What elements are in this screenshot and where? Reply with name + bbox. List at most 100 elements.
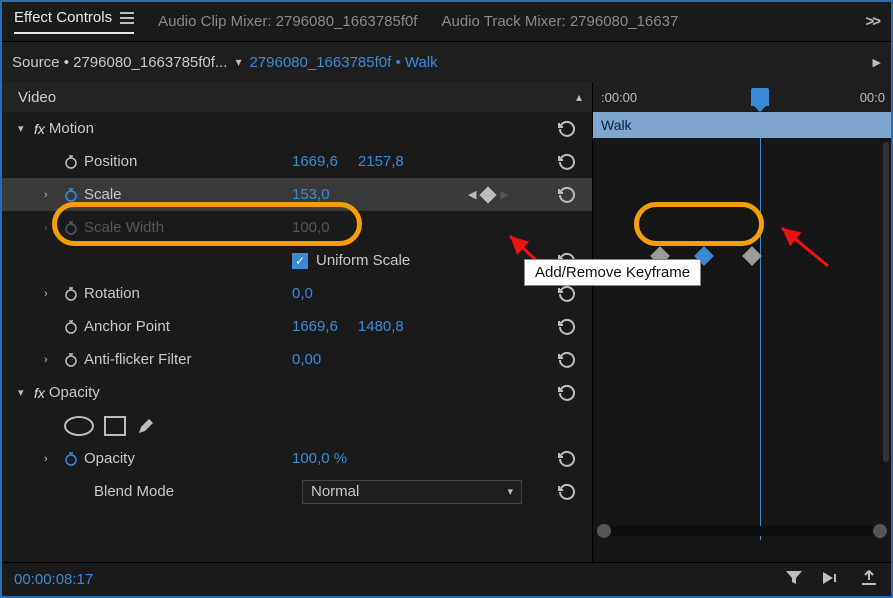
playhead-line xyxy=(760,138,761,540)
prop-position[interactable]: Position 1669,6 2157,8 xyxy=(2,145,592,178)
zoom-handle-right[interactable] xyxy=(873,524,887,538)
playhead-handle[interactable] xyxy=(751,88,769,106)
stopwatch-icon[interactable] xyxy=(64,452,78,466)
zoom-scrollbar[interactable] xyxy=(601,526,883,536)
effect-label: Opacity xyxy=(49,384,100,401)
prop-scale-width: › Scale Width 100,0 xyxy=(2,211,592,244)
reset-icon[interactable] xyxy=(556,384,578,402)
opacity-mask-tools xyxy=(2,409,592,442)
prop-uniform-scale[interactable]: ✓ Uniform Scale xyxy=(2,244,592,277)
prop-anti-flicker[interactable]: › Anti-flicker Filter 0,00 xyxy=(2,343,592,376)
chevron-right-icon[interactable]: › xyxy=(44,453,58,465)
antiflicker-value[interactable]: 0,00 xyxy=(292,351,321,368)
stopwatch-icon xyxy=(64,221,78,235)
prop-label: Rotation xyxy=(84,285,140,302)
stopwatch-icon[interactable] xyxy=(64,155,78,169)
prop-scale[interactable]: › Scale 153,0 ◀ ▶ xyxy=(2,178,592,211)
ruler-start: :00:00 xyxy=(601,90,637,105)
fx-icon[interactable]: fx xyxy=(34,385,45,401)
reset-icon[interactable] xyxy=(556,450,578,468)
effect-motion[interactable]: ▾ fx Motion xyxy=(2,112,592,145)
reset-icon[interactable] xyxy=(556,318,578,336)
tabs-overflow-icon[interactable]: >> xyxy=(865,13,879,30)
timecode-display[interactable]: 00:00:08:17 xyxy=(14,571,93,588)
ruler-end: 00:0 xyxy=(860,90,885,105)
prop-label: Scale Width xyxy=(84,219,164,236)
tab-effect-controls[interactable]: Effect Controls xyxy=(14,9,134,34)
pen-mask-icon[interactable] xyxy=(136,416,156,436)
fx-icon[interactable]: fx xyxy=(34,121,45,137)
source-clip-name[interactable]: Source • 2796080_1663785f0f... xyxy=(12,54,227,71)
stopwatch-icon[interactable] xyxy=(64,320,78,334)
stopwatch-icon[interactable] xyxy=(64,188,78,202)
reset-icon[interactable] xyxy=(556,186,578,204)
uniform-scale-checkbox[interactable]: ✓ xyxy=(292,253,308,269)
anchor-y[interactable]: 1480,8 xyxy=(358,318,404,335)
prop-blend-mode[interactable]: Blend Mode Normal ▾ xyxy=(2,475,592,508)
export-icon[interactable] xyxy=(859,570,879,590)
scale-value[interactable]: 153,0 xyxy=(292,186,330,203)
keyframe-diamond[interactable] xyxy=(742,246,762,266)
next-keyframe-icon[interactable]: ▶ xyxy=(500,188,508,201)
source-row: Source • 2796080_1663785f0f... ▾ 2796080… xyxy=(2,42,891,82)
chevron-down-icon: ▾ xyxy=(507,485,513,498)
position-y[interactable]: 2157,8 xyxy=(358,153,404,170)
video-section-header[interactable]: Video ▴ xyxy=(2,82,592,112)
panel-footer: 00:00:08:17 xyxy=(2,562,891,596)
clip-bar[interactable]: Walk xyxy=(593,112,891,138)
blend-mode-dropdown[interactable]: Normal ▾ xyxy=(302,480,522,504)
position-x[interactable]: 1669,6 xyxy=(292,153,338,170)
prev-keyframe-icon[interactable]: ◀ xyxy=(468,188,476,201)
prop-label: Scale xyxy=(84,186,122,203)
keyframe-nav: ◀ ▶ xyxy=(468,188,509,201)
chevron-right-icon[interactable]: › xyxy=(44,354,58,366)
reset-icon[interactable] xyxy=(556,483,578,501)
reset-icon[interactable] xyxy=(556,120,578,138)
effect-opacity[interactable]: ▾ fx Opacity xyxy=(2,376,592,409)
stopwatch-icon[interactable] xyxy=(64,287,78,301)
prop-anchor-point[interactable]: Anchor Point 1669,6 1480,8 xyxy=(2,310,592,343)
time-ruler[interactable]: :00:00 00:0 xyxy=(593,82,891,112)
rectangle-mask-icon[interactable] xyxy=(104,416,126,436)
chevron-down-icon[interactable]: ▾ xyxy=(18,122,32,135)
tab-audio-clip-mixer[interactable]: Audio Clip Mixer: 2796080_1663785f0f xyxy=(158,13,417,30)
tab-label: Effect Controls xyxy=(14,9,112,26)
anchor-x[interactable]: 1669,6 xyxy=(292,318,338,335)
chevron-down-icon[interactable]: ▾ xyxy=(18,386,32,399)
vertical-scrollbar[interactable] xyxy=(883,142,889,462)
opacity-value[interactable]: 100,0 % xyxy=(292,450,347,467)
prop-rotation[interactable]: › Rotation 0,0 xyxy=(2,277,592,310)
prop-label: Anchor Point xyxy=(84,318,170,335)
timeline-pane: :00:00 00:0 Walk xyxy=(592,82,891,566)
main-split: Video ▴ ▾ fx Motion Position 1669,6 xyxy=(2,82,891,566)
effect-controls-panel: { "tabs": { "effect_controls": "Effect C… xyxy=(0,0,893,598)
properties-pane: Video ▴ ▾ fx Motion Position 1669,6 xyxy=(2,82,592,566)
prop-label: Anti-flicker Filter xyxy=(84,351,192,368)
blend-mode-value: Normal xyxy=(311,483,359,500)
add-remove-keyframe-button[interactable] xyxy=(480,186,497,203)
scale-width-value: 100,0 xyxy=(292,219,330,236)
zoom-handle-left[interactable] xyxy=(597,524,611,538)
prop-opacity[interactable]: › Opacity 100,0 % xyxy=(2,442,592,475)
prop-label: Position xyxy=(84,153,137,170)
effect-label: Motion xyxy=(49,120,94,137)
chevron-right-icon[interactable]: › xyxy=(44,189,58,201)
ellipse-mask-icon[interactable] xyxy=(64,416,94,436)
play-only-icon[interactable] xyxy=(821,570,841,590)
tab-audio-track-mixer[interactable]: Audio Track Mixer: 2796080_16637 xyxy=(441,13,678,30)
sequence-name[interactable]: 2796080_1663785f0f • Walk xyxy=(249,54,437,71)
chevron-down-icon[interactable]: ▾ xyxy=(235,55,241,69)
stopwatch-icon[interactable] xyxy=(64,353,78,367)
timeline-body[interactable] xyxy=(593,138,891,540)
collapse-up-icon[interactable]: ▴ xyxy=(576,90,582,104)
filter-icon[interactable] xyxy=(785,570,803,590)
clip-name: Walk xyxy=(601,117,632,133)
rotation-value[interactable]: 0,0 xyxy=(292,285,313,302)
prop-label: Opacity xyxy=(84,450,135,467)
chevron-right-icon[interactable]: › xyxy=(44,288,58,300)
reset-icon[interactable] xyxy=(556,351,578,369)
play-icon[interactable]: ▶ xyxy=(873,56,881,69)
reset-icon[interactable] xyxy=(556,285,578,303)
panel-menu-icon[interactable] xyxy=(120,12,134,24)
reset-icon[interactable] xyxy=(556,153,578,171)
